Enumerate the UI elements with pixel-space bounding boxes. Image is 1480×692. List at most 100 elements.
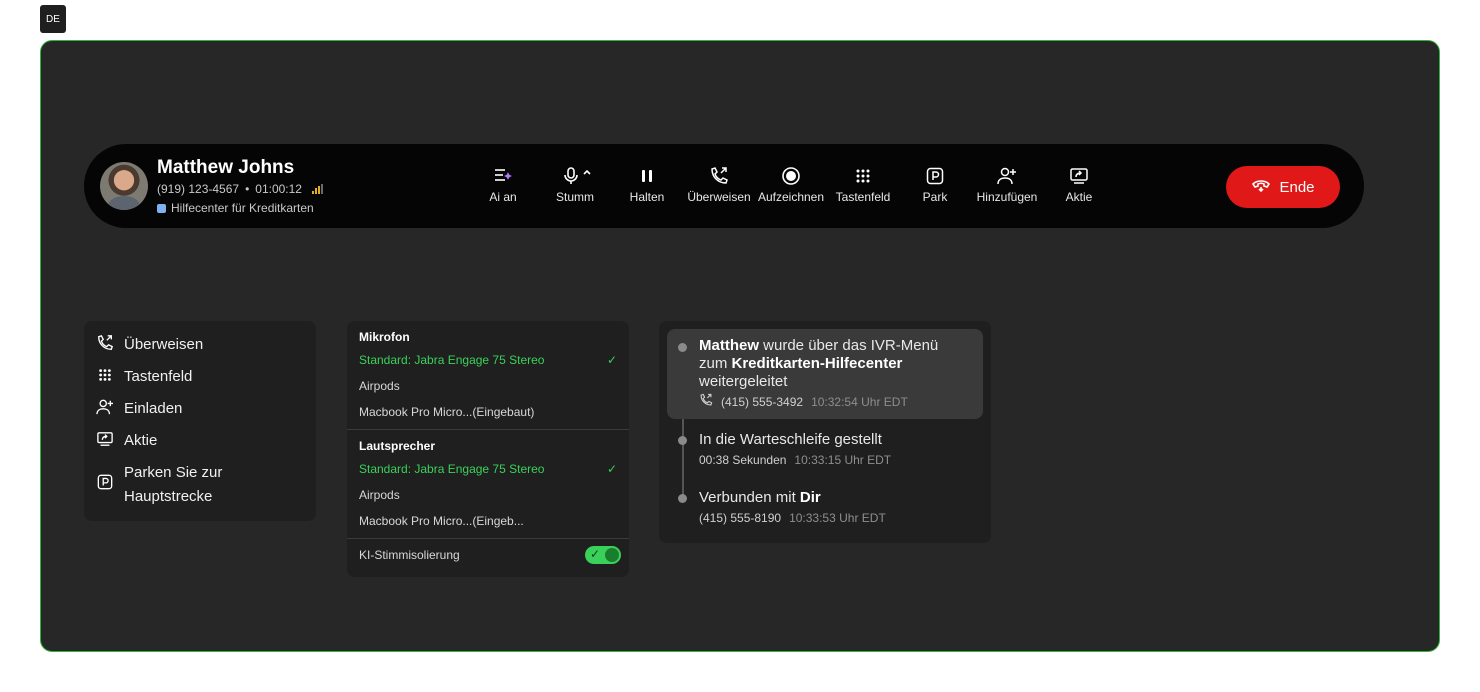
ai-icon [493, 166, 513, 186]
transfer-icon [699, 393, 713, 410]
share-screen-icon [96, 430, 114, 448]
voice-isolation-row: KI-Stimmisolierung ✓ [347, 539, 629, 571]
keypad-icon [96, 366, 114, 384]
timeline-event[interactable]: In die Warteschleife gestellt 00:38 Seku… [667, 429, 983, 479]
menu-item-park-main-line[interactable]: Parken Sie zur Hauptstrecke [84, 461, 234, 509]
share-screen-icon [1069, 166, 1089, 186]
mic-option[interactable]: Macbook Pro Micro...(Eingebaut) [347, 399, 629, 425]
timeline-detail: 00:38 Sekunden [699, 453, 787, 467]
timeline-event-meta: (415) 555-3492 10:32:54 Uhr EDT [699, 393, 908, 410]
voice-isolation-toggle[interactable]: ✓ [585, 546, 621, 564]
speaker-option[interactable]: Airpods [347, 482, 629, 508]
caller-meta: (919) 123-4567 • 01:00:12 [157, 182, 323, 196]
keypad-icon [855, 166, 871, 186]
menu-item-label: Überweisen [124, 336, 204, 353]
voice-isolation-label: KI-Stimmisolierung [359, 548, 460, 562]
hangup-icon [1251, 178, 1271, 196]
keypad-label: Tastenfeld [835, 190, 891, 204]
timeline-time: 10:33:15 Uhr EDT [794, 453, 892, 467]
call-actions-menu: Überweisen Tastenfeld Einladen Aktie Par… [84, 321, 316, 521]
mic-option-label: Macbook Pro Micro...(Eingebaut) [359, 405, 535, 419]
timeline-detail: (415) 555-8190 [699, 511, 782, 525]
timeline-event-text: Matthew wurde über das IVR-Menü zum Kred… [699, 337, 939, 390]
ai-label: Ai an [489, 190, 517, 204]
park-icon [926, 166, 944, 186]
caller-phone: (919) 123-4567 [157, 182, 240, 196]
call-timeline-panel: Matthew wurde über das IVR-Menü zum Kred… [659, 321, 991, 543]
mute-label: Stumm [555, 190, 594, 204]
timeline-event-text: In die Warteschleife gestellt [699, 431, 882, 448]
menu-item-label: Aktie [124, 432, 158, 449]
share-label: Aktie [1065, 190, 1093, 204]
timeline-dot [678, 343, 687, 352]
record-button[interactable]: Aufzeichnen [755, 166, 827, 204]
timeline-event-text: Verbunden mit Dir [699, 489, 821, 506]
speaker-option[interactable]: Macbook Pro Micro...(Eingeb... [347, 508, 629, 534]
record-label: Aufzeichnen [757, 190, 825, 204]
toggle-knob [605, 548, 619, 562]
hold-label: Halten [629, 190, 665, 204]
timeline-phone: (415) 555-3492 [721, 394, 804, 409]
menu-item-label-line1: Parken Sie zur [124, 464, 223, 481]
timeline-time: 10:32:54 Uhr EDT [811, 394, 908, 409]
menu-item-label: Parken Sie zur Hauptstrecke [124, 461, 222, 509]
add-button[interactable]: Hinzufügen [971, 166, 1043, 204]
caller-queue: Hilfecenter für Kreditkarten [157, 201, 314, 215]
transfer-icon [709, 166, 729, 186]
speaker-option-label: Macbook Pro Micro...(Eingeb... [359, 514, 524, 528]
caller-name: Matthew Johns [157, 157, 295, 178]
park-button[interactable]: Park [899, 166, 971, 204]
language-badge[interactable]: DE [40, 5, 66, 33]
timeline-event[interactable]: Verbunden mit Dir (415) 555-8190 10:33:5… [667, 487, 983, 537]
speaker-option-label: Airpods [359, 488, 400, 502]
hold-button[interactable]: Halten [611, 166, 683, 204]
pause-icon [639, 166, 655, 186]
menu-item-label-line2: Hauptstrecke [124, 488, 213, 505]
transfer-icon [96, 334, 114, 352]
mute-button[interactable]: Stumm [539, 166, 611, 204]
avatar [100, 162, 148, 210]
mic-option[interactable]: Airpods [347, 373, 629, 399]
park-label: Park [922, 190, 948, 204]
menu-item-label: Tastenfeld [124, 368, 193, 385]
audio-settings-panel: Mikrofon Standard: Jabra Engage 75 Stere… [347, 321, 629, 577]
timeline-event[interactable]: Matthew wurde über das IVR-Menü zum Kred… [667, 329, 983, 419]
timeline-event-meta: (415) 555-8190 10:33:53 Uhr EDT [699, 511, 886, 525]
keypad-button[interactable]: Tastenfeld [827, 166, 899, 204]
timeline-time: 10:33:53 Uhr EDT [789, 511, 886, 525]
add-person-icon [997, 166, 1017, 186]
menu-item-transfer[interactable]: Überweisen [84, 333, 215, 357]
queue-label: Hilfecenter für Kreditkarten [171, 201, 314, 215]
timeline-dot [678, 436, 687, 445]
menu-item-share[interactable]: Aktie [84, 429, 169, 453]
signal-strength-icon [311, 184, 323, 194]
menu-item-keypad[interactable]: Tastenfeld [84, 365, 204, 389]
check-icon: ✓ [606, 462, 617, 476]
check-icon: ✓ [606, 353, 617, 367]
park-icon [96, 473, 114, 491]
timeline-dot [678, 494, 687, 503]
meta-separator: • [245, 182, 250, 196]
menu-item-invite[interactable]: Einladen [84, 397, 194, 421]
speaker-header: Lautsprecher [359, 439, 436, 453]
menu-item-label: Einladen [124, 400, 183, 417]
mic-option-label: Airpods [359, 379, 400, 393]
microphone-header: Mikrofon [359, 330, 410, 344]
transfer-button[interactable]: Überweisen [683, 166, 755, 204]
mic-option[interactable]: Standard: Jabra Engage 75 Stereo ✓ [347, 347, 629, 373]
call-bar: Matthew Johns (919) 123-4567 • 01:00:12 … [84, 144, 1364, 228]
mic-option-label: Standard: Jabra Engage 75 Stereo [359, 353, 545, 367]
transfer-label: Überweisen [687, 190, 751, 204]
speaker-option-label: Standard: Jabra Engage 75 Stereo [359, 462, 545, 476]
add-person-icon [96, 398, 114, 416]
end-call-label: Ende [1279, 178, 1315, 196]
share-button[interactable]: Aktie [1043, 166, 1115, 204]
call-duration: 01:00:12 [255, 182, 302, 196]
ai-button[interactable]: Ai an [467, 166, 539, 204]
add-label: Hinzufügen [976, 190, 1038, 204]
stage-canvas: Matthew Johns (919) 123-4567 • 01:00:12 … [40, 40, 1440, 652]
timeline-event-meta: 00:38 Sekunden 10:33:15 Uhr EDT [699, 453, 891, 467]
speaker-option[interactable]: Standard: Jabra Engage 75 Stereo ✓ [347, 456, 629, 482]
microphone-icon [558, 166, 592, 186]
end-call-button[interactable]: Ende [1226, 166, 1340, 208]
